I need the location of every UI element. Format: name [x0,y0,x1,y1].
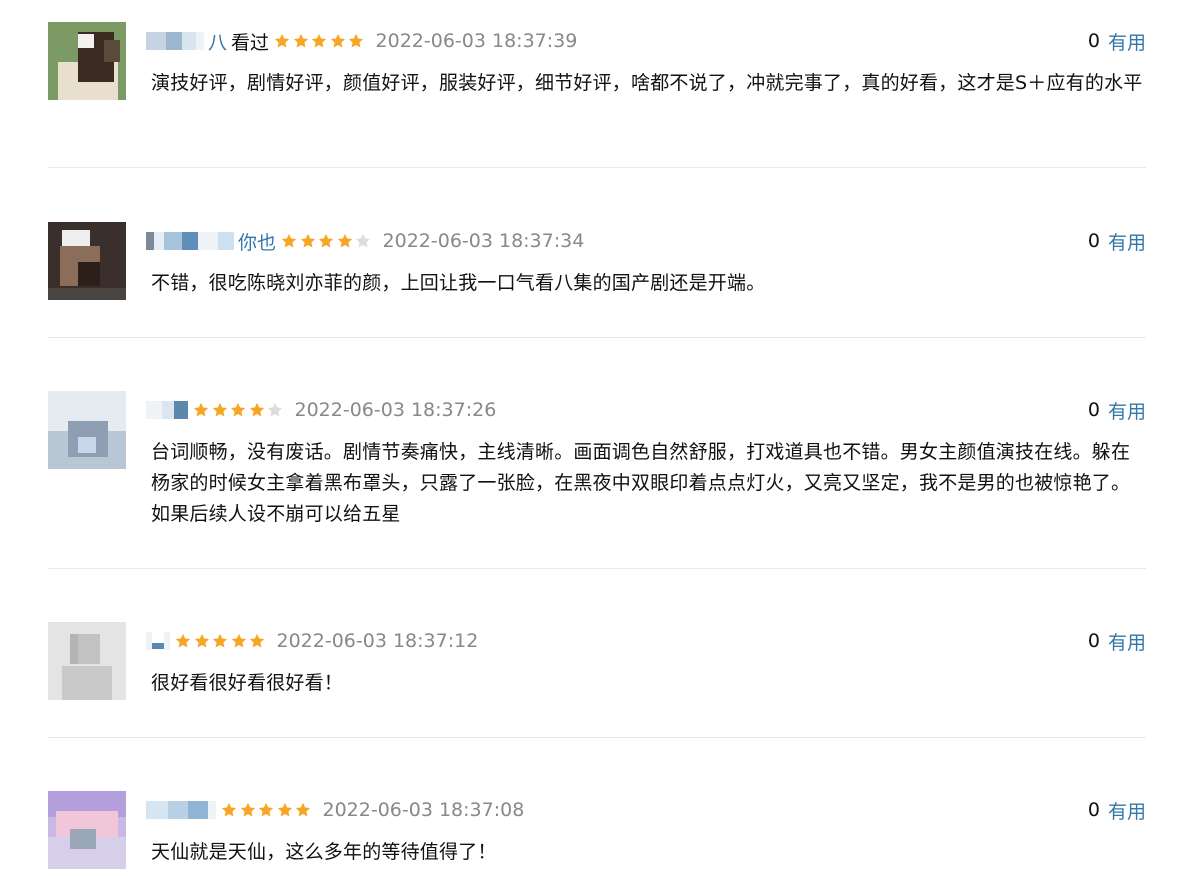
avatar[interactable] [48,391,126,469]
useful-count: 0 [1087,799,1100,821]
review-meta: 八 看过 2022-06-03 18:37:39 [146,26,577,56]
rating-stars [174,632,267,650]
useful-count: 0 [1087,230,1100,252]
star-filled-icon [212,633,228,648]
star-filled-icon [277,802,292,817]
star-filled-icon [240,802,255,817]
star-filled-icon [249,402,264,417]
review-meta: 2022-06-03 18:37:08 [146,795,524,825]
review-time: 2022-06-03 18:37:08 [322,799,525,821]
user-name-blurred[interactable] [146,30,204,52]
star-filled-icon [231,633,246,648]
rating-stars [192,401,285,419]
useful-button[interactable]: 有用 [1108,628,1146,655]
review-content: 天仙就是天仙，这么多年的等待值得了！ [151,841,497,863]
useful-button[interactable]: 有用 [1108,228,1146,255]
star-filled-icon [175,633,191,648]
useful-vote: 0 有用 [1088,226,1146,256]
divider [48,167,1146,168]
review-meta: 你也 2022-06-03 18:37:34 [146,226,584,256]
review-time: 2022-06-03 18:37:39 [375,30,578,52]
divider [48,337,1146,338]
useful-button[interactable]: 有用 [1108,797,1146,824]
avatar[interactable] [48,622,126,700]
star-filled-icon [221,802,237,817]
useful-count: 0 [1087,30,1100,52]
user-name[interactable]: 八 [208,28,227,55]
review-item: 2022-06-03 18:37:12 0 有用 很好看很好看很好看！ [48,622,1146,712]
rating-stars [273,32,366,50]
review-item: 你也 2022-06-03 18:37:34 0 有用 不错，很吃陈晓刘亦菲的颜… [48,222,1146,312]
star-filled-icon [258,802,274,817]
watch-status: 看过 [231,31,270,54]
star-empty-icon [355,233,371,248]
star-filled-icon [212,402,227,417]
rating-stars [280,232,373,250]
star-filled-icon [330,33,345,48]
star-filled-icon [295,802,311,817]
review-meta: 2022-06-03 18:37:26 [146,395,496,425]
avatar[interactable] [48,222,126,300]
rating-stars [220,801,313,819]
avatar[interactable] [48,22,126,100]
review-content: 很好看很好看很好看！ [151,672,344,694]
star-empty-icon [267,402,283,417]
useful-vote: 0 有用 [1088,26,1146,56]
user-name-blurred[interactable] [146,399,188,421]
useful-button[interactable]: 有用 [1108,28,1146,55]
star-filled-icon [230,402,246,417]
useful-vote: 0 有用 [1088,395,1146,425]
star-filled-icon [318,233,334,248]
review-item: 2022-06-03 18:37:26 0 有用 台词顺畅，没有废话。剧情节奏痛… [48,391,1146,541]
review-content: 不错，很吃陈晓刘亦菲的颜，上回让我一口气看八集的国产剧还是开端。 [151,272,766,294]
user-name[interactable]: 你也 [238,228,276,255]
useful-vote: 0 有用 [1088,626,1146,656]
star-filled-icon [193,402,209,417]
divider [48,568,1146,569]
user-name-blurred[interactable] [146,230,234,252]
star-filled-icon [311,33,327,48]
star-filled-icon [274,33,290,48]
avatar[interactable] [48,791,126,869]
useful-count: 0 [1087,399,1100,421]
star-filled-icon [249,633,265,648]
star-filled-icon [300,233,315,248]
review-item: 八 看过 2022-06-03 18:37:39 0 有用 演技好评，剧情好评，… [48,22,1146,142]
star-filled-icon [337,233,352,248]
review-content: 演技好评，剧情好评，颜值好评，服装好评，细节好评，啥都不说了，冲就完事了，真的好… [151,72,1143,94]
review-item: 2022-06-03 18:37:08 0 有用 天仙就是天仙，这么多年的等待值… [48,791,1146,878]
useful-vote: 0 有用 [1088,795,1146,825]
divider [48,737,1146,738]
star-filled-icon [293,33,308,48]
review-time: 2022-06-03 18:37:34 [382,230,585,252]
star-filled-icon [194,633,209,648]
review-meta: 2022-06-03 18:37:12 [146,626,478,656]
user-name-blurred[interactable] [146,799,216,821]
star-filled-icon [348,33,364,48]
useful-button[interactable]: 有用 [1108,397,1146,424]
review-time: 2022-06-03 18:37:12 [276,630,479,652]
user-name-blurred[interactable] [146,630,170,652]
star-filled-icon [281,233,297,248]
review-content: 台词顺畅，没有废话。剧情节奏痛快，主线清晰。画面调色自然舒服，打戏道具也不错。男… [151,441,1131,525]
review-time: 2022-06-03 18:37:26 [294,399,497,421]
useful-count: 0 [1087,630,1100,652]
